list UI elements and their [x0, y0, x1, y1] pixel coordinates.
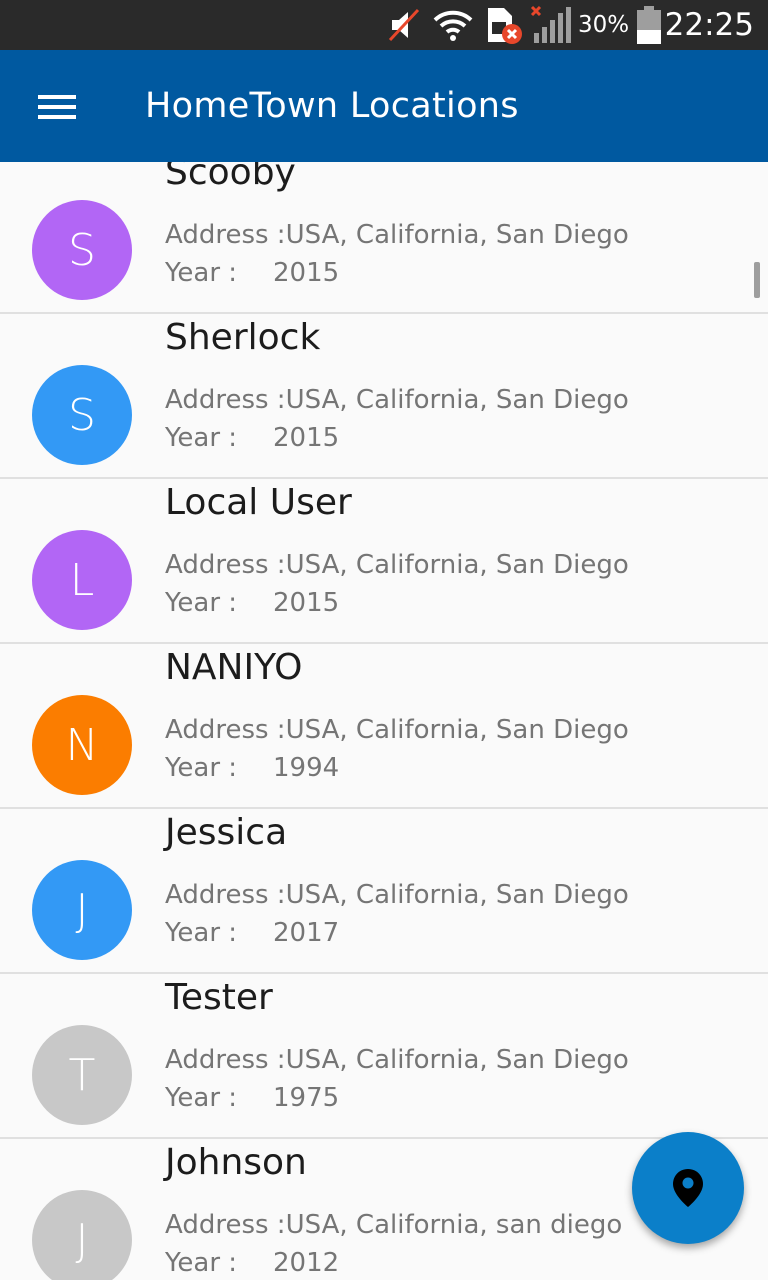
year-value: 2015 — [273, 423, 340, 453]
signal-icon — [530, 0, 574, 50]
wifi-icon — [432, 0, 474, 50]
list-item[interactable]: T Tester Address :USA, California, San D… — [0, 973, 768, 1139]
year-value: 2015 — [273, 588, 340, 618]
item-year: Year : 1994 — [165, 753, 339, 783]
year-value: 2017 — [273, 918, 340, 948]
scrollbar[interactable] — [754, 262, 760, 298]
address-label: Address : — [165, 385, 286, 415]
avatar: S — [32, 365, 132, 465]
address-label: Address : — [165, 715, 286, 745]
item-address: Address :USA, California, San Diego — [165, 880, 629, 910]
battery-icon — [636, 0, 662, 50]
year-label: Year : — [165, 753, 238, 783]
avatar: L — [32, 530, 132, 630]
map-pin-fab-button[interactable] — [632, 1132, 744, 1244]
item-name: Tester — [165, 977, 273, 1018]
item-name: Johnson — [165, 1142, 307, 1183]
year-value: 2015 — [273, 258, 340, 288]
address-value: USA, California, San Diego — [285, 550, 629, 580]
avatar: S — [32, 200, 132, 300]
item-name: NANIYO — [165, 647, 303, 688]
year-label: Year : — [165, 588, 238, 618]
app-bar: HomeTown Locations — [0, 50, 768, 162]
address-label: Address : — [165, 880, 286, 910]
year-label: Year : — [165, 1248, 238, 1278]
list-item[interactable]: N NANIYO Address :USA, California, San D… — [0, 643, 768, 809]
item-year: Year : 2017 — [165, 918, 339, 948]
address-label: Address : — [165, 550, 286, 580]
item-name: Scooby — [165, 162, 296, 193]
year-value: 2012 — [273, 1248, 340, 1278]
year-label: Year : — [165, 918, 238, 948]
address-value: USA, California, San Diego — [285, 220, 629, 250]
address-label: Address : — [165, 1210, 286, 1240]
item-address: Address :USA, California, San Diego — [165, 1045, 629, 1075]
list-item[interactable]: S Sherlock Address :USA, California, San… — [0, 313, 768, 479]
item-name: Local User — [165, 482, 352, 523]
item-address: Address :USA, California, San Diego — [165, 715, 629, 745]
address-value: USA, California, San Diego — [285, 715, 629, 745]
item-address: Address :USA, California, San Diego — [165, 550, 629, 580]
item-address: Address :USA, California, San Diego — [165, 220, 629, 250]
app-title: HomeTown Locations — [145, 86, 519, 126]
avatar: T — [32, 1025, 132, 1125]
item-year: Year : 2015 — [165, 588, 339, 618]
year-label: Year : — [165, 258, 238, 288]
muted-speaker-icon — [388, 0, 422, 50]
map-pin-icon — [673, 1169, 703, 1207]
list-item[interactable]: J Jessica Address :USA, California, San … — [0, 808, 768, 974]
address-value: USA, California, san diego — [285, 1210, 623, 1240]
year-value: 1994 — [273, 753, 340, 783]
item-year: Year : 2015 — [165, 258, 339, 288]
item-year: Year : 2012 — [165, 1248, 339, 1278]
item-year: Year : 1975 — [165, 1083, 339, 1113]
status-bar: 30% 22:25 — [0, 0, 768, 50]
year-label: Year : — [165, 1083, 238, 1113]
sim-error-icon — [484, 0, 524, 50]
avatar: J — [32, 1190, 132, 1280]
list-item[interactable]: S Scooby Address :USA, California, San D… — [0, 162, 768, 314]
clock: 22:25 — [664, 7, 754, 43]
address-value: USA, California, San Diego — [285, 1045, 629, 1075]
item-name: Jessica — [165, 812, 288, 853]
address-value: USA, California, San Diego — [285, 385, 629, 415]
year-label: Year : — [165, 423, 238, 453]
item-name: Sherlock — [165, 317, 321, 358]
hamburger-menu-icon[interactable] — [38, 95, 76, 119]
item-address: Address :USA, California, San Diego — [165, 385, 629, 415]
address-label: Address : — [165, 1045, 286, 1075]
address-label: Address : — [165, 220, 286, 250]
list-item[interactable]: L Local User Address :USA, California, S… — [0, 478, 768, 644]
year-value: 1975 — [273, 1083, 340, 1113]
avatar: N — [32, 695, 132, 795]
battery-percent: 30% — [578, 12, 630, 38]
item-year: Year : 2015 — [165, 423, 339, 453]
avatar: J — [32, 860, 132, 960]
address-value: USA, California, San Diego — [285, 880, 629, 910]
locations-list[interactable]: S Scooby Address :USA, California, San D… — [0, 162, 768, 1280]
item-address: Address :USA, California, san diego — [165, 1210, 622, 1240]
